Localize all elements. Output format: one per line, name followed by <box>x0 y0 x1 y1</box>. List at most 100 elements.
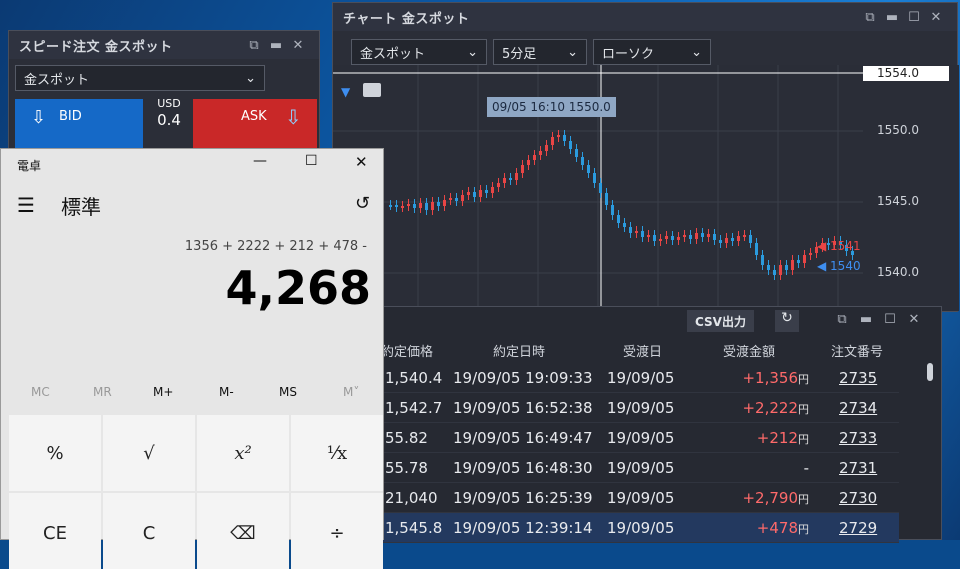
table-row[interactable]: 55.78 19/09/05 16:48:30 19/09/05 - 2731 <box>379 453 899 483</box>
cell-delivery: 19/09/05 <box>607 459 675 477</box>
memory-list-button[interactable]: M˅ <box>343 385 359 399</box>
column-header-delivery[interactable]: 受渡日 <box>623 341 662 360</box>
memory-store-button[interactable]: MS <box>279 385 297 399</box>
chevron-down-icon: ⌄ <box>567 44 578 60</box>
clear-entry-button[interactable]: CE <box>9 493 101 569</box>
cell-order-link[interactable]: 2734 <box>839 399 877 417</box>
calculator-window: 電卓 — ☐ ✕ ☰ 標準 ↺ 1356 + 2222 + 212 + 478 … <box>0 148 384 569</box>
column-header-amount[interactable]: 受渡金額 <box>723 341 775 360</box>
ask-price-marker: ◀ 1541 <box>817 239 861 253</box>
cell-delivery: 19/09/05 <box>607 369 675 387</box>
chevron-down-icon: ⌄ <box>467 44 478 60</box>
chart-title: チャート 金スポット <box>343 11 470 27</box>
popout-icon[interactable]: ⧉ <box>859 10 881 25</box>
percent-button[interactable]: % <box>9 415 101 491</box>
symbol-select[interactable]: 金スポット ⌄ <box>351 39 487 65</box>
cell-order-link[interactable]: 2733 <box>839 429 877 447</box>
cell-amount: +212円 <box>757 429 809 447</box>
reciprocal-button[interactable]: ¹⁄x <box>291 415 383 491</box>
cell-price: 1,540.4 <box>385 369 443 387</box>
close-icon[interactable]: ✕ <box>355 153 368 171</box>
minimize-icon[interactable]: ▬ <box>855 312 877 327</box>
cell-datetime: 19/09/05 16:49:47 <box>453 429 593 447</box>
bid-price-marker-value: 1540 <box>830 259 861 273</box>
hamburger-menu-icon[interactable]: ☰ <box>17 193 35 217</box>
speed-symbol-value: 金スポット <box>24 72 90 88</box>
cell-price: 1,542.7 <box>385 399 443 417</box>
cell-amount-value: +212 <box>756 429 798 447</box>
chart-style-select-value: ローソク <box>602 46 655 62</box>
price-axis-label: 1550.0 <box>877 123 919 137</box>
cell-amount-unit: 円 <box>798 403 809 416</box>
cell-price: 55.78 <box>385 459 428 477</box>
cell-price: 1,545.8 <box>385 519 443 537</box>
cell-amount-unit: 円 <box>798 433 809 446</box>
spread-currency: USD <box>157 97 181 110</box>
triangle-down-icon[interactable]: ▼ <box>341 85 350 99</box>
chart-plot-area[interactable]: ▼ 09/05 16:10 1550.0 1554.0 1550.0 1545.… <box>333 65 959 311</box>
clear-button[interactable]: C <box>103 493 195 569</box>
close-icon[interactable]: ✕ <box>925 10 947 25</box>
popout-icon[interactable]: ⧉ <box>243 38 265 53</box>
memory-subtract-button[interactable]: M- <box>219 385 234 399</box>
memory-add-button[interactable]: M+ <box>153 385 173 399</box>
spread-value: 0.4 <box>157 111 181 129</box>
cell-delivery: 19/09/05 <box>607 519 675 537</box>
table-row[interactable]: 1,542.7 19/09/05 16:52:38 19/09/05 +2,22… <box>379 393 899 423</box>
cell-amount-unit: 円 <box>798 493 809 506</box>
interval-select[interactable]: 5分足 ⌄ <box>493 39 587 65</box>
sqrt-button[interactable]: √ <box>103 415 195 491</box>
arrow-down-icon: ⇩ <box>285 105 302 129</box>
price-axis-label: 1545.0 <box>877 194 919 208</box>
table-row[interactable]: 21,040 19/09/05 16:25:39 19/09/05 +2,790… <box>379 483 899 513</box>
cell-datetime: 19/09/05 16:48:30 <box>453 459 593 477</box>
cell-order-link[interactable]: 2730 <box>839 489 877 507</box>
cell-price: 55.82 <box>385 429 428 447</box>
column-header-datetime[interactable]: 約定日時 <box>493 341 545 360</box>
chart-style-select[interactable]: ローソク ⌄ <box>593 39 711 65</box>
memory-clear-button[interactable]: MC <box>31 385 50 399</box>
minimize-icon[interactable]: ▬ <box>265 38 287 53</box>
maximize-icon[interactable]: ☐ <box>903 10 925 25</box>
speed-symbol-select[interactable]: 金スポット ⌄ <box>15 65 265 91</box>
cell-amount: +2,222円 <box>742 399 809 417</box>
popout-icon[interactable]: ⧉ <box>831 312 853 327</box>
backspace-button[interactable]: ⌫ <box>197 493 289 569</box>
cell-datetime: 19/09/05 16:25:39 <box>453 489 593 507</box>
minimize-icon[interactable]: ▬ <box>881 10 903 25</box>
cell-datetime: 19/09/05 12:39:14 <box>453 519 593 537</box>
maximize-icon[interactable]: ☐ <box>305 153 318 169</box>
speed-order-window: スピード注文 金スポット ⧉ ▬ ✕ 金スポット ⌄ ⇩ BID USD 0.4 … <box>8 30 320 160</box>
refresh-icon[interactable]: ↻ <box>775 310 799 332</box>
cell-amount: +478円 <box>757 519 809 537</box>
cell-amount-unit: 円 <box>798 523 809 536</box>
csv-export-button[interactable]: CSV出力 <box>687 310 754 332</box>
square-button[interactable]: x² <box>197 415 289 491</box>
divide-button[interactable]: ÷ <box>291 493 383 569</box>
scrollbar-thumb[interactable] <box>927 363 933 381</box>
column-header-price[interactable]: 約定価格 <box>381 341 433 360</box>
close-icon[interactable]: ✕ <box>287 38 309 53</box>
calculator-title: 電卓 <box>17 159 42 173</box>
cell-amount-value: - <box>803 459 809 477</box>
cell-amount-value: +1,356 <box>742 369 798 387</box>
cell-order-link[interactable]: 2731 <box>839 459 877 477</box>
cell-order-link[interactable]: 2735 <box>839 369 877 387</box>
close-icon[interactable]: ✕ <box>903 312 925 327</box>
maximize-icon[interactable]: ☐ <box>879 312 901 327</box>
minimize-icon[interactable]: — <box>253 153 267 169</box>
cell-delivery: 19/09/05 <box>607 489 675 507</box>
calc-display: 4,268 <box>225 261 371 315</box>
cell-order-link[interactable]: 2729 <box>839 519 877 537</box>
chart-titlebar: チャート 金スポット ⧉ ▬ ☐ ✕ <box>333 3 957 31</box>
comment-icon[interactable] <box>363 83 381 97</box>
crosshair-tooltip: 09/05 16:10 1550.0 <box>487 97 616 117</box>
memory-recall-button[interactable]: MR <box>93 385 112 399</box>
table-row[interactable]: 1,545.8 19/09/05 12:39:14 19/09/05 +478円… <box>379 513 899 543</box>
history-icon[interactable]: ↺ <box>355 193 370 214</box>
arrow-down-icon: ⇩ <box>31 107 47 128</box>
table-row[interactable]: 1,540.4 19/09/05 19:09:33 19/09/05 +1,35… <box>379 363 899 393</box>
column-header-order-no[interactable]: 注文番号 <box>831 341 883 360</box>
table-row[interactable]: 55.82 19/09/05 16:49:47 19/09/05 +212円 2… <box>379 423 899 453</box>
price-axis-label: 1540.0 <box>877 265 919 279</box>
